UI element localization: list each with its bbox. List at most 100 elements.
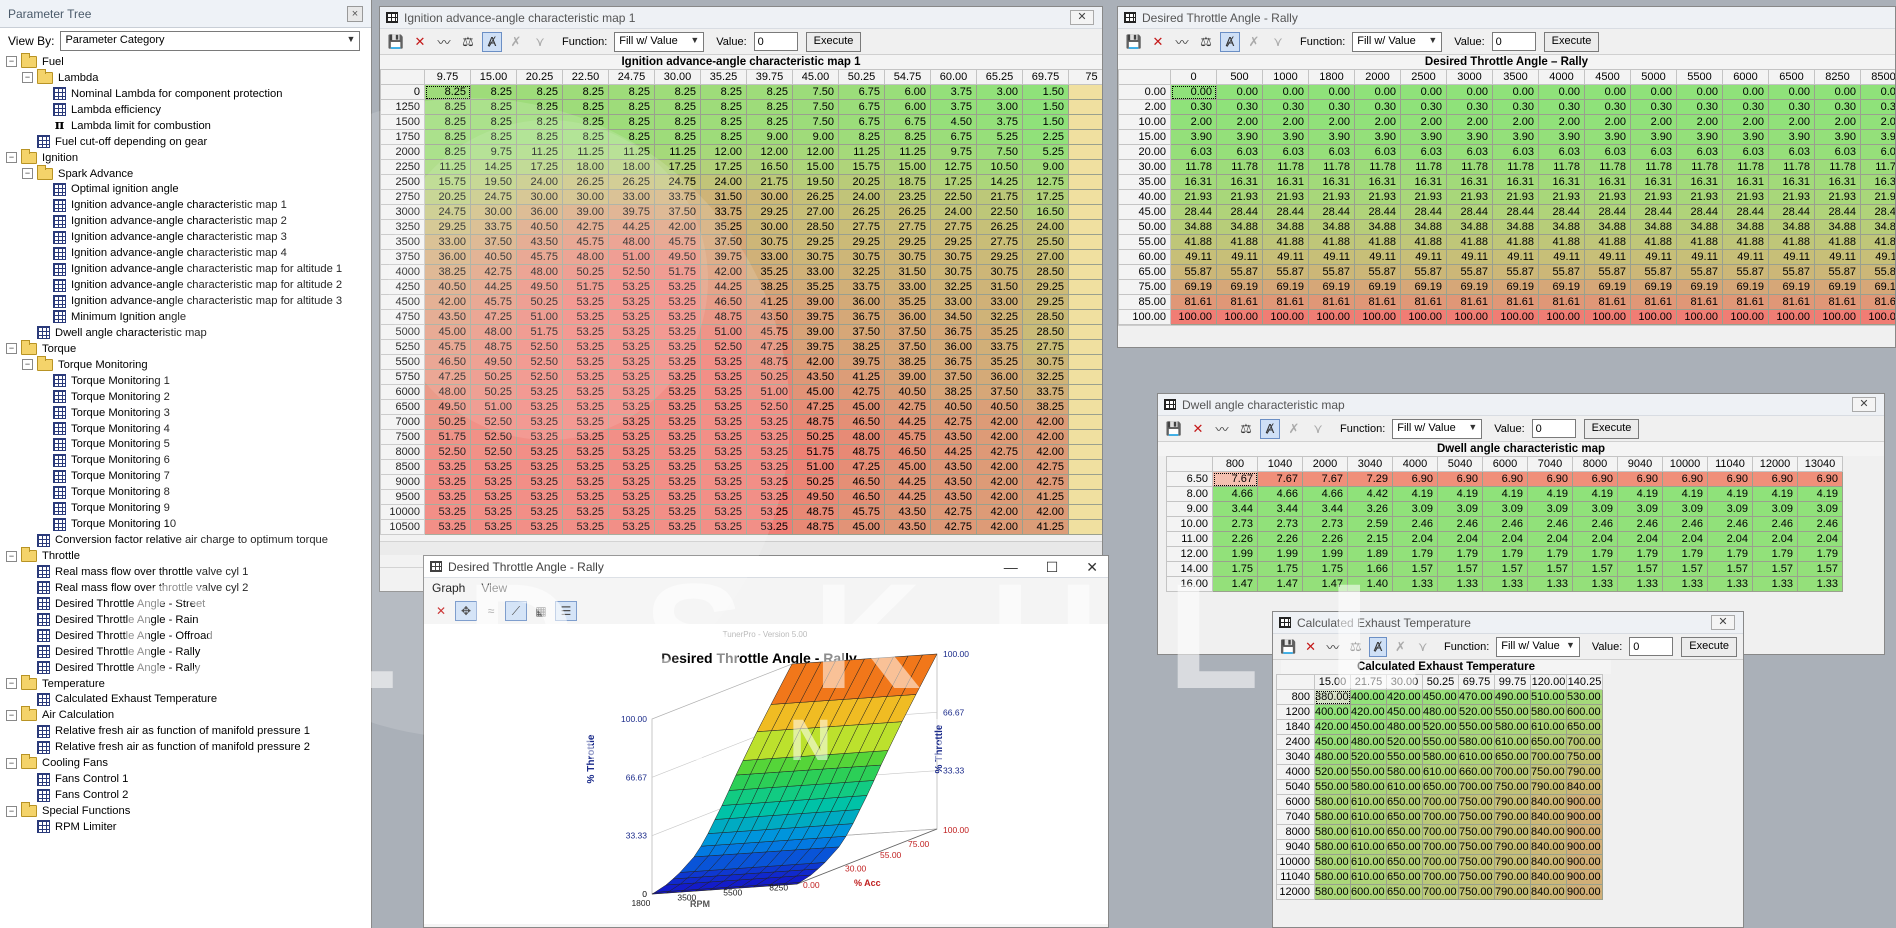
- table-cell[interactable]: 39.75: [838, 354, 885, 370]
- table-cell[interactable]: 3.90: [1584, 129, 1631, 145]
- table-cell[interactable]: 11.78: [1676, 159, 1723, 175]
- table-cell[interactable]: 610.00: [1530, 719, 1567, 735]
- table-cell[interactable]: 53.25: [562, 474, 609, 490]
- table-cell[interactable]: 660.00: [1458, 764, 1495, 780]
- table-cell[interactable]: 49.11: [1308, 249, 1355, 265]
- table-cell[interactable]: 8.25: [516, 129, 563, 145]
- table-cell[interactable]: 36.00: [516, 204, 563, 220]
- table-cell[interactable]: 37.50: [884, 339, 931, 355]
- table-cell[interactable]: 53.25: [424, 474, 471, 490]
- table-cell[interactable]: 31.50: [700, 189, 747, 205]
- column-header[interactable]: 5040: [1437, 456, 1483, 472]
- table-cell[interactable]: 28.44: [1262, 204, 1309, 220]
- ignition-horizontal-scrollbar[interactable]: [380, 541, 1102, 555]
- table-cell[interactable]: [1068, 324, 1102, 340]
- tree-item[interactable]: Real mass flow over throttle valve cyl 1: [6, 564, 371, 580]
- table-cell[interactable]: 2.00: [1768, 114, 1815, 130]
- column-header[interactable]: 65.25: [976, 69, 1023, 85]
- row-header[interactable]: 2000: [380, 144, 425, 160]
- table-cell[interactable]: 0.00: [1354, 84, 1401, 100]
- column-header[interactable]: 30.00: [654, 69, 701, 85]
- table-cell[interactable]: 1.79: [1392, 546, 1438, 562]
- table-cell[interactable]: 33.00: [884, 279, 931, 295]
- table-cell[interactable]: 8.25: [608, 114, 655, 130]
- table-cell[interactable]: 39.00: [792, 294, 839, 310]
- table-cell[interactable]: 11.78: [1446, 159, 1493, 175]
- table-cell[interactable]: 34.88: [1814, 219, 1861, 235]
- table-cell[interactable]: 6.90: [1482, 471, 1528, 487]
- table-cell[interactable]: 6.75: [838, 114, 885, 130]
- table-cell[interactable]: 490.00: [1494, 689, 1531, 705]
- row-header[interactable]: 1840: [1276, 719, 1315, 735]
- table-cell[interactable]: 8.25: [424, 144, 471, 160]
- table-cell[interactable]: 53.25: [608, 324, 655, 340]
- table-cell[interactable]: 11.25: [424, 159, 471, 175]
- column-header[interactable]: 11040: [1707, 456, 1753, 472]
- table-cell[interactable]: 700.00: [1422, 824, 1459, 840]
- table-cell[interactable]: 11.78: [1860, 159, 1895, 175]
- table-cell[interactable]: 0.30: [1538, 99, 1585, 115]
- table-cell[interactable]: 69.19: [1400, 279, 1447, 295]
- table-cell[interactable]: 2.46: [1572, 516, 1618, 532]
- table-cell[interactable]: 9.00: [746, 129, 793, 145]
- table-cell[interactable]: 3.09: [1662, 501, 1708, 517]
- table-cell[interactable]: 53.25: [470, 519, 517, 535]
- row-header[interactable]: 3500: [380, 234, 425, 250]
- table-cell[interactable]: 49.11: [1860, 249, 1895, 265]
- table-cell[interactable]: [1068, 399, 1102, 415]
- table-cell[interactable]: 30.75: [930, 249, 977, 265]
- table-cell[interactable]: 33.75: [700, 204, 747, 220]
- table-cell[interactable]: 6.03: [1722, 144, 1769, 160]
- table-cell[interactable]: 47.25: [792, 399, 839, 415]
- table-cell[interactable]: 21.93: [1170, 189, 1217, 205]
- table-cell[interactable]: [1068, 444, 1102, 460]
- table-cell[interactable]: 1.99: [1212, 546, 1258, 562]
- table-cell[interactable]: 840.00: [1530, 839, 1567, 855]
- table-cell[interactable]: 43.50: [516, 234, 563, 250]
- table-cell[interactable]: 4.66: [1212, 486, 1258, 502]
- dwell-window-title-bar[interactable]: Dwell angle characteristic map ✕: [1158, 394, 1884, 416]
- table-cell[interactable]: 45.75: [424, 339, 471, 355]
- table-cell[interactable]: 580.00: [1314, 809, 1351, 825]
- table-cell[interactable]: 4.42: [1347, 486, 1393, 502]
- table-cell[interactable]: 11.25: [516, 144, 563, 160]
- column-header[interactable]: 140.25: [1566, 674, 1603, 690]
- close-icon[interactable]: ✕: [1086, 559, 1098, 576]
- table-cell[interactable]: 55.87: [1814, 264, 1861, 280]
- table-cell[interactable]: 8.25: [470, 84, 517, 100]
- row-header[interactable]: 12000: [1276, 884, 1315, 900]
- table-cell[interactable]: 21.75: [746, 174, 793, 190]
- row-header[interactable]: 2400: [1276, 734, 1315, 750]
- table-cell[interactable]: 1.99: [1257, 546, 1303, 562]
- table-cell[interactable]: 53.25: [746, 474, 793, 490]
- exhaust-window-close-icon[interactable]: ✕: [1711, 615, 1735, 630]
- table-cell[interactable]: 11.78: [1262, 159, 1309, 175]
- table-cell[interactable]: 34.88: [1538, 219, 1585, 235]
- table-cell[interactable]: 1.89: [1347, 546, 1393, 562]
- table-cell[interactable]: 650.00: [1386, 854, 1423, 870]
- table-cell[interactable]: 49.11: [1446, 249, 1493, 265]
- table-cell[interactable]: 27.75: [1022, 339, 1069, 355]
- table-cell[interactable]: 11.78: [1492, 159, 1539, 175]
- table-cell[interactable]: 750.00: [1458, 824, 1495, 840]
- table-cell[interactable]: 4.19: [1527, 486, 1573, 502]
- table-cell[interactable]: 2.00: [1446, 114, 1493, 130]
- table-cell[interactable]: 6.90: [1797, 471, 1843, 487]
- table-cell[interactable]: 1.47: [1257, 576, 1303, 592]
- table-cell[interactable]: 53.25: [470, 504, 517, 520]
- table-cell[interactable]: 26.25: [884, 204, 931, 220]
- table-cell[interactable]: 55.87: [1308, 264, 1355, 280]
- compare-icon[interactable]: ⚖: [1236, 419, 1256, 439]
- minimize-icon[interactable]: —: [1004, 559, 1018, 576]
- table-cell[interactable]: 0.30: [1262, 99, 1309, 115]
- table-cell[interactable]: 28.44: [1216, 204, 1263, 220]
- table-cell[interactable]: 650.00: [1422, 779, 1459, 795]
- table-cell[interactable]: 41.25: [1022, 489, 1069, 505]
- delete-icon[interactable]: ✕: [1188, 419, 1208, 439]
- compare-icon[interactable]: ⚖: [1196, 32, 1216, 52]
- table-cell[interactable]: 69.19: [1446, 279, 1493, 295]
- table-cell[interactable]: 53.25: [654, 504, 701, 520]
- table-cell[interactable]: 53.25: [608, 429, 655, 445]
- exhaust-window-title-bar[interactable]: Calculated Exhaust Temperature ✕: [1273, 612, 1743, 634]
- table-cell[interactable]: 81.61: [1446, 294, 1493, 310]
